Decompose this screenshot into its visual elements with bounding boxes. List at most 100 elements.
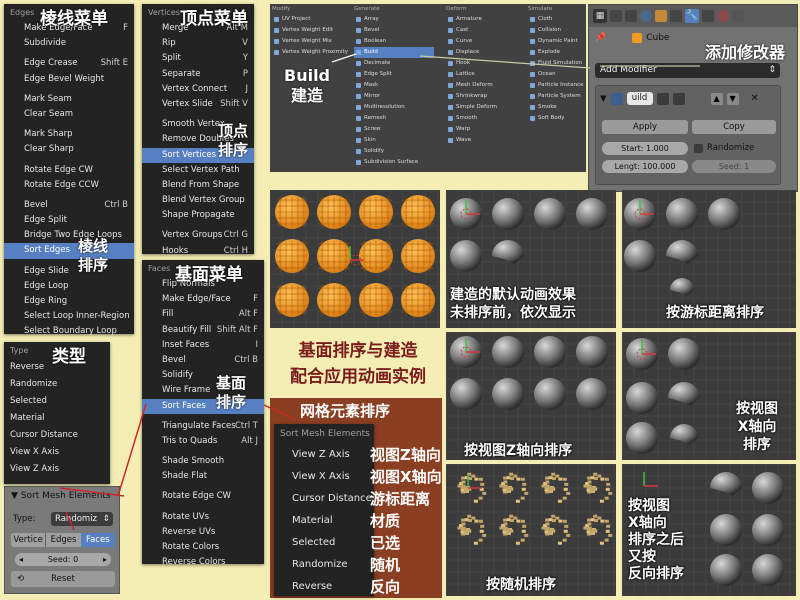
faces-menu-item-beautify-fill[interactable]: Beautify Fill Shift Alt F xyxy=(142,323,264,338)
sort-option-cursor-distance[interactable]: Cursor Distance xyxy=(274,488,374,510)
sort-option-selected[interactable]: Selected xyxy=(274,532,374,554)
modifier-item-subdivision-surface[interactable]: Subdivision Surface xyxy=(354,157,434,168)
length-field[interactable]: Lengt: 100.000 xyxy=(602,160,688,173)
move-down-icon[interactable]: ▼ xyxy=(726,92,739,105)
expand-triangle-icon[interactable]: ▼ xyxy=(600,94,607,104)
edges-menu-item-bevel[interactable]: Bevel Ctrl B xyxy=(4,198,134,213)
modifier-item-shrinkwrap[interactable]: Shrinkwrap xyxy=(446,91,526,102)
type-item-view-x-axis[interactable]: View X Axis xyxy=(4,444,110,461)
modifier-item-collision[interactable]: Collision xyxy=(528,25,584,36)
vertices-menu-item-vertex-groups[interactable]: Vertex Groups Ctrl G xyxy=(142,228,254,243)
edges-menu-item-bridge-two-edge-loops[interactable]: Bridge Two Edge Loops xyxy=(4,228,134,243)
modifier-item-multiresolution[interactable]: Multiresolution xyxy=(354,102,434,113)
reset-button[interactable]: ⟲ Reset xyxy=(11,571,115,587)
faces-menu-item-reverse-uvs[interactable]: Reverse UVs xyxy=(142,525,264,540)
editor-type-icon[interactable]: ▦ xyxy=(593,9,607,23)
randomize-checkbox[interactable]: Randomize xyxy=(694,143,754,153)
modifier-item-smooth[interactable]: Smooth xyxy=(446,113,526,124)
edges-menu-item-sort-edges[interactable]: Sort Edges xyxy=(4,243,134,259)
tab-edges[interactable]: Edges xyxy=(45,533,81,547)
render-toggle-icon[interactable] xyxy=(672,92,685,105)
vertices-menu-item-vertex-slide[interactable]: Vertex Slide Shift V xyxy=(142,97,254,112)
edges-menu-item-rotate-edge-cw[interactable]: Rotate Edge CW xyxy=(4,163,134,178)
vertices-menu-item-split[interactable]: Split Y xyxy=(142,51,254,66)
faces-menu-item-inset-faces[interactable]: Inset Faces I xyxy=(142,338,264,353)
data-tab-icon[interactable] xyxy=(702,10,714,22)
modifier-item-ocean[interactable]: Ocean xyxy=(528,69,584,80)
vertices-menu-item-separate[interactable]: Separate P xyxy=(142,67,254,82)
add-modifier-dropdown[interactable]: Add Modifier ⇕ xyxy=(595,63,780,78)
scene-tab-icon[interactable] xyxy=(625,10,637,22)
vertices-menu-item-hooks[interactable]: Hooks Ctrl H xyxy=(142,244,254,259)
modifier-item-skin[interactable]: Skin xyxy=(354,135,434,146)
modifier-item-smoke[interactable]: Smoke xyxy=(528,102,584,113)
type-dropdown[interactable]: Randomiz ⇕ xyxy=(51,512,113,526)
type-item-view-z-axis[interactable]: View Z Axis xyxy=(4,461,110,478)
type-item-cursor-distance[interactable]: Cursor Distance xyxy=(4,427,110,444)
modifier-item-vertex-weight-proximity[interactable]: Vertex Weight Proximity xyxy=(272,47,352,58)
tab-faces[interactable]: Faces xyxy=(80,533,115,547)
modifier-item-lattice[interactable]: Lattice xyxy=(446,69,526,80)
sort-option-reverse[interactable]: Reverse xyxy=(274,576,374,598)
modifier-item-uv-project[interactable]: UV Project xyxy=(272,14,352,25)
edges-menu-item-subdivide[interactable]: Subdivide xyxy=(4,36,134,51)
modifier-item-warp[interactable]: Warp xyxy=(446,124,526,135)
object-tab-icon[interactable] xyxy=(655,10,667,22)
faces-menu-item-bevel[interactable]: Bevel Ctrl B xyxy=(142,353,264,368)
material-tab-icon[interactable] xyxy=(717,10,729,22)
modifier-wrench-icon[interactable]: 🔧 xyxy=(685,9,699,23)
modifier-item-vertex-weight-mix[interactable]: Vertex Weight Mix xyxy=(272,36,352,47)
vertices-menu-item-rip[interactable]: Rip V xyxy=(142,36,254,51)
edges-menu-item-select-loop-inner-region[interactable]: Select Loop Inner-Region xyxy=(4,309,134,324)
modifier-item-simple-deform[interactable]: Simple Deform xyxy=(446,102,526,113)
edges-menu-item-edge-ring[interactable]: Edge Ring xyxy=(4,294,134,309)
faces-menu-item-rotate-uvs[interactable]: Rotate UVs xyxy=(142,510,264,525)
faces-menu-item-triangulate-faces[interactable]: Triangulate Faces Ctrl T xyxy=(142,419,264,434)
edges-menu-item-edge-slide[interactable]: Edge Slide xyxy=(4,264,134,279)
start-field[interactable]: Start: 1.000 xyxy=(602,142,688,155)
world-tab-icon[interactable] xyxy=(640,10,652,22)
modifier-item-build[interactable]: Build xyxy=(354,47,434,58)
edges-menu-item-edge-bevel-weight[interactable]: Edge Bevel Weight xyxy=(4,72,134,87)
modifier-item-displace[interactable]: Displace xyxy=(446,47,526,58)
modifier-item-dynamic-paint[interactable]: Dynamic Paint xyxy=(528,36,584,47)
modifier-item-mesh-deform[interactable]: Mesh Deform xyxy=(446,80,526,91)
edges-menu-item-mark-sharp[interactable]: Mark Sharp xyxy=(4,127,134,142)
vertices-menu-item-select-vertex-path[interactable]: Select Vertex Path xyxy=(142,163,254,178)
faces-menu-item-make-edge-face[interactable]: Make Edge/Face F xyxy=(142,292,264,307)
collapse-triangle-icon[interactable]: ▼ xyxy=(11,491,21,501)
modifier-item-particle-system[interactable]: Particle System xyxy=(528,91,584,102)
modifier-item-edge-split[interactable]: Edge Split xyxy=(354,69,434,80)
modifier-item-soft-body[interactable]: Soft Body xyxy=(528,113,584,124)
edges-menu-item-edge-loop[interactable]: Edge Loop xyxy=(4,279,134,294)
vertices-menu-item-shape-propagate[interactable]: Shape Propagate xyxy=(142,208,254,223)
sort-option-material[interactable]: Material xyxy=(274,510,374,532)
modifier-item-particle-instance[interactable]: Particle Instance xyxy=(528,80,584,91)
modifier-item-fluid-simulation[interactable]: Fluid Simulation xyxy=(528,58,584,69)
increment-arrow-icon[interactable]: ▸ xyxy=(103,553,107,566)
modifier-item-boolean[interactable]: Boolean xyxy=(354,36,434,47)
type-item-randomize[interactable]: Randomize xyxy=(4,376,110,393)
close-icon[interactable]: ✕ xyxy=(751,93,759,104)
modifier-item-wave[interactable]: Wave xyxy=(446,135,526,146)
modifier-item-cast[interactable]: Cast xyxy=(446,25,526,36)
sort-option-view-x-axis[interactable]: View X Axis xyxy=(274,466,374,488)
modifier-item-mirror[interactable]: Mirror xyxy=(354,91,434,102)
edges-menu-item-edge-split[interactable]: Edge Split xyxy=(4,213,134,228)
modifier-item-cloth[interactable]: Cloth xyxy=(528,14,584,25)
faces-menu-item-reverse-colors[interactable]: Reverse Colors xyxy=(142,555,264,570)
seed-field-disabled[interactable]: Seed: 1 xyxy=(692,160,776,173)
faces-menu-item-tris-to-quads[interactable]: Tris to Quads Alt J xyxy=(142,434,264,449)
faces-menu-item-rotate-colors[interactable]: Rotate Colors xyxy=(142,540,264,555)
realtime-toggle-icon[interactable] xyxy=(656,92,669,105)
type-item-material[interactable]: Material xyxy=(4,410,110,427)
seed-field[interactable]: ◂ Seed: 0 ▸ xyxy=(15,553,111,566)
modifier-item-explode[interactable]: Explode xyxy=(528,47,584,58)
modifier-item-array[interactable]: Array xyxy=(354,14,434,25)
edges-menu-item-mark-seam[interactable]: Mark Seam xyxy=(4,92,134,107)
modifier-item-screw[interactable]: Screw xyxy=(354,124,434,135)
move-up-icon[interactable]: ▲ xyxy=(710,92,723,105)
sort-option-randomize[interactable]: Randomize xyxy=(274,554,374,576)
render-tab-icon[interactable] xyxy=(610,10,622,22)
modifier-item-curve[interactable]: Curve xyxy=(446,36,526,47)
